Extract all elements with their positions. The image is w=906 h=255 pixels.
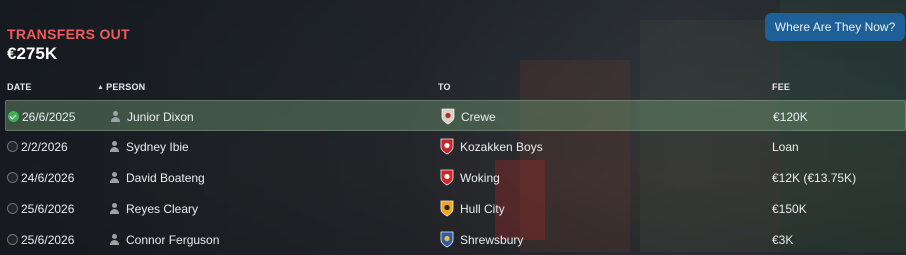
table-row[interactable]: 25/6/2026 Reyes Cleary Hull City €150K: [5, 193, 906, 224]
club-badge-icon: [440, 108, 456, 126]
transfer-fee: €150K: [772, 201, 807, 216]
club-name[interactable]: Hull City: [460, 202, 505, 216]
club-badge-icon: [439, 138, 455, 156]
column-header-person[interactable]: ▲ PERSON: [97, 82, 145, 92]
transfer-date: 25/6/2026: [21, 201, 75, 216]
row-check-icon[interactable]: [7, 172, 18, 183]
row-check-icon[interactable]: [7, 141, 18, 152]
transfers-table: 26/6/2025 Junior Dixon Crewe €120K 2/2/2…: [5, 100, 906, 255]
transfer-fee: Loan: [772, 139, 799, 154]
player-name[interactable]: Connor Ferguson: [126, 233, 219, 247]
transfer-date: 24/6/2026: [21, 170, 75, 185]
person-icon: [109, 203, 120, 214]
player-name[interactable]: David Boateng: [126, 171, 205, 185]
player-name[interactable]: Reyes Cleary: [126, 202, 198, 216]
club-badge-icon: [439, 231, 455, 249]
column-header-fee[interactable]: FEE: [772, 82, 790, 92]
column-header-person-label: PERSON: [106, 82, 146, 92]
transfer-fee: €3K: [772, 232, 794, 247]
row-check-icon[interactable]: [7, 203, 18, 214]
person-icon: [109, 234, 120, 245]
person-icon: [109, 141, 120, 152]
table-row[interactable]: 25/6/2026 Connor Ferguson Shrewsbury €3K: [5, 224, 906, 255]
where-are-they-now-button[interactable]: Where Are They Now?: [765, 13, 905, 41]
table-row[interactable]: 2/2/2026 Sydney Ibie Kozakken Boys Loan: [5, 131, 906, 162]
transfer-fee: €12K (€13.75K): [772, 170, 857, 185]
club-name[interactable]: Woking: [460, 171, 500, 185]
transfers-total: €275K: [7, 44, 58, 63]
column-header-to[interactable]: TO: [438, 82, 451, 92]
transfer-date: 2/2/2026: [21, 139, 68, 154]
sort-ascending-icon: ▲: [97, 83, 105, 91]
person-icon: [110, 111, 121, 122]
transfer-date: 26/6/2025: [22, 109, 76, 124]
row-check-icon[interactable]: [8, 111, 19, 122]
transfer-date: 25/6/2026: [21, 232, 75, 247]
transfer-fee: €120K: [773, 109, 808, 124]
club-name[interactable]: Crewe: [461, 110, 496, 124]
column-header-date[interactable]: DATE: [7, 82, 32, 92]
player-name[interactable]: Sydney Ibie: [126, 140, 189, 154]
row-check-icon[interactable]: [7, 234, 18, 245]
table-row[interactable]: 26/6/2025 Junior Dixon Crewe €120K: [5, 100, 906, 131]
panel-title: TRANSFERS OUT: [7, 26, 130, 42]
table-row[interactable]: 24/6/2026 David Boateng Woking €12K (€13…: [5, 162, 906, 193]
club-name[interactable]: Shrewsbury: [460, 233, 523, 247]
club-name[interactable]: Kozakken Boys: [460, 140, 543, 154]
person-icon: [109, 172, 120, 183]
club-badge-icon: [439, 200, 455, 218]
club-badge-icon: [439, 169, 455, 187]
player-name[interactable]: Junior Dixon: [127, 110, 194, 124]
